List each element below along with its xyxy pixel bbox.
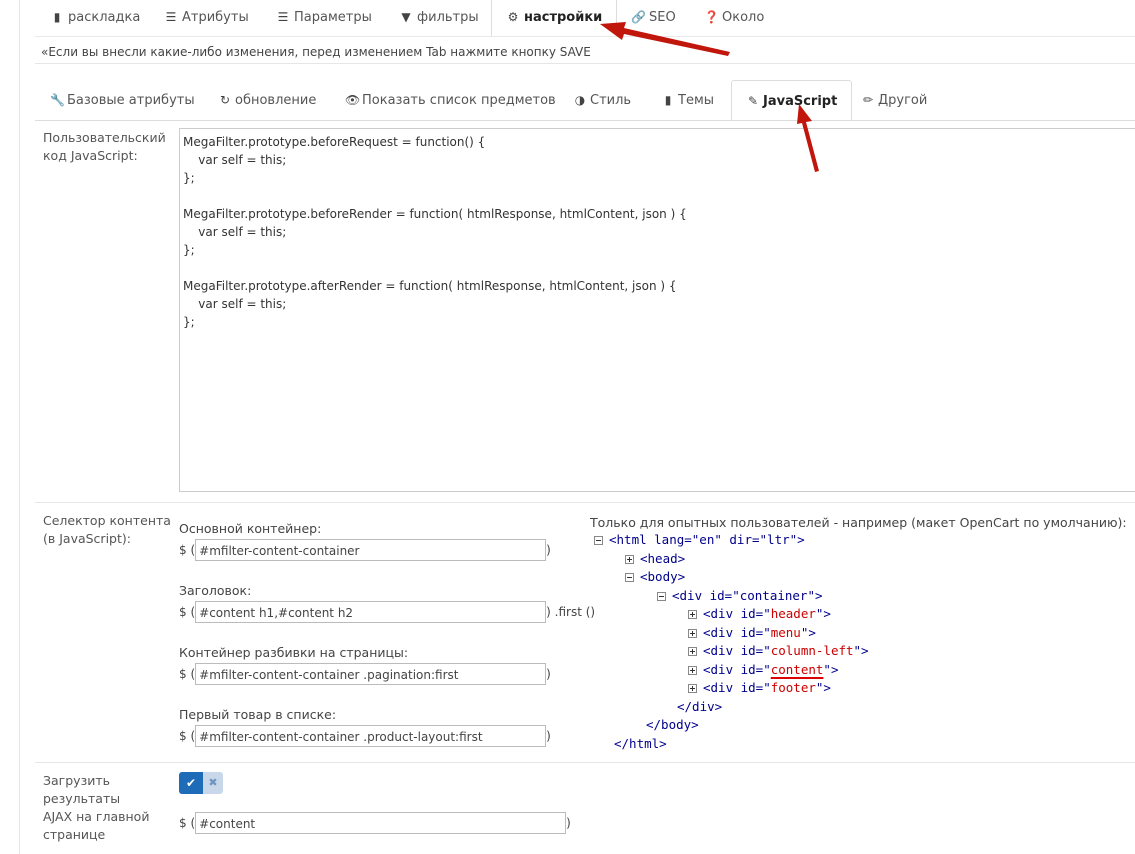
- subtab-show-items[interactable]: 👁 Показать список предметов: [345, 80, 556, 120]
- question-circle-icon: ❓: [704, 10, 719, 24]
- expand-icon[interactable]: [688, 629, 697, 638]
- custom-js-label: Пользовательский код JavaScript:: [43, 130, 166, 163]
- expand-icon[interactable]: [688, 666, 697, 675]
- tree-div-close: </div>: [677, 699, 723, 714]
- subtab-javascript[interactable]: ✎ JavaScript: [731, 80, 853, 121]
- first-product-label: Первый товар в списке:: [179, 707, 337, 722]
- subtab-basic-attributes[interactable]: 🔧 Базовые атрибуты: [50, 80, 195, 120]
- tab-about[interactable]: ❓ Около: [704, 0, 764, 36]
- tree-node-menu: <div id="menu">: [688, 624, 816, 643]
- half-circle-icon: ◑: [574, 93, 586, 107]
- ajax-container-field: $ (#content): [179, 812, 571, 834]
- tree-node-body: <body>: [625, 568, 685, 587]
- save-notice: «Если вы внесли какие-либо изменения, пе…: [41, 45, 591, 59]
- notice-divider: [35, 63, 1135, 64]
- pencil-icon: ✏: [862, 93, 874, 107]
- tree-body-close: </body>: [646, 717, 699, 732]
- tab-settings[interactable]: ⚙ настройки: [491, 0, 618, 36]
- heading-field: $ (#content h1,#content h2) .first (): [179, 601, 595, 623]
- content-selector-label: Селектор контента (в JavaScript):: [43, 513, 171, 546]
- main-container-field: $ (#mfilter-content-container): [179, 539, 551, 561]
- tree-html-close: </html>: [614, 736, 667, 751]
- ajax-home-label: Загрузить результаты AJAX на главной стр…: [43, 773, 150, 842]
- ajax-home-toggle[interactable]: ✔ ✖: [179, 772, 223, 794]
- filter-icon: ▼: [401, 10, 411, 24]
- eye-icon: 👁: [345, 93, 361, 107]
- tab-filters[interactable]: ▼ фильтры: [399, 0, 478, 36]
- section-divider: [35, 762, 1135, 763]
- top-tabs-divider: [35, 36, 1135, 37]
- subtabs-divider: [35, 120, 1135, 121]
- tree-node-footer: <div id="footer">: [688, 679, 831, 698]
- tree-node-head: <head>: [625, 550, 685, 569]
- subtab-themes[interactable]: ▮ Темы: [661, 80, 714, 120]
- main-container-input[interactable]: #mfilter-content-container: [195, 539, 547, 561]
- tab-layout[interactable]: ▮ раскладка: [50, 0, 141, 36]
- first-product-input[interactable]: #mfilter-content-container .product-layo…: [195, 725, 547, 747]
- file-icon: ▮: [664, 93, 672, 107]
- expand-icon[interactable]: [688, 647, 697, 656]
- expand-icon[interactable]: [688, 684, 697, 693]
- x-icon[interactable]: ✖: [203, 772, 223, 794]
- subtab-update[interactable]: ↻ обновление: [218, 80, 316, 120]
- pagination-container-label: Контейнер разбивки на страницы:: [179, 645, 409, 660]
- content-highlight: content: [770, 662, 824, 677]
- tab-attributes[interactable]: ☰ Атрибуты: [164, 0, 249, 36]
- list-icon: ☰: [165, 10, 177, 24]
- pagination-container-field: $ (#mfilter-content-container .paginatio…: [179, 663, 551, 685]
- check-icon[interactable]: ✔: [179, 772, 203, 794]
- subtab-other[interactable]: ✏ Другой: [861, 80, 927, 120]
- pagination-container-input[interactable]: #mfilter-content-container .pagination:f…: [195, 663, 547, 685]
- list-icon: ☰: [277, 10, 289, 24]
- collapse-icon[interactable]: [625, 573, 634, 582]
- tree-node-html: <html lang="en" dir="ltr">: [594, 531, 805, 550]
- tree-node-header: <div id="header">: [688, 605, 831, 624]
- main-container-label: Основной контейнер:: [179, 521, 322, 536]
- heading-input[interactable]: #content h1,#content h2: [195, 601, 547, 623]
- tree-node-container: <div id="container">: [657, 587, 823, 606]
- gear-icon: ⚙: [507, 10, 519, 24]
- refresh-icon: ↻: [219, 93, 231, 107]
- first-product-field: $ (#mfilter-content-container .product-l…: [179, 725, 551, 747]
- ajax-container-input[interactable]: #content: [195, 812, 567, 834]
- heading-label: Заголовок:: [179, 583, 252, 598]
- collapse-icon[interactable]: [594, 536, 603, 545]
- link-icon: 🔗: [631, 10, 646, 24]
- page-left-border: [19, 0, 20, 854]
- tree-node-content: <div id="content">: [688, 661, 838, 680]
- subtab-style[interactable]: ◑ Стиль: [573, 80, 631, 120]
- tab-seo[interactable]: 🔗 SEO: [631, 0, 676, 36]
- expand-icon[interactable]: [688, 610, 697, 619]
- settings-subtabs: 🔧 Базовые атрибуты ↻ обновление 👁 Показать …: [35, 80, 1135, 121]
- wrench-icon: 🔧: [50, 93, 65, 107]
- tab-parameters[interactable]: ☰ Параметры: [276, 0, 372, 36]
- top-tabs: ▮ раскладка ☰ Атрибуты ☰ Параметры ▼ фильтры…: [35, 0, 1135, 36]
- collapse-icon[interactable]: [657, 592, 666, 601]
- section-divider: [35, 502, 1135, 503]
- file-icon: ▮: [53, 10, 61, 24]
- tree-node-column-left: <div id="column-left">: [688, 642, 869, 661]
- custom-js-textarea[interactable]: MegaFilter.prototype.beforeRequest = fun…: [179, 128, 1135, 492]
- expand-icon[interactable]: [625, 555, 634, 564]
- tree-example-title: Только для опытных пользователей - напри…: [590, 515, 1127, 530]
- edit-icon: ✎: [747, 94, 759, 108]
